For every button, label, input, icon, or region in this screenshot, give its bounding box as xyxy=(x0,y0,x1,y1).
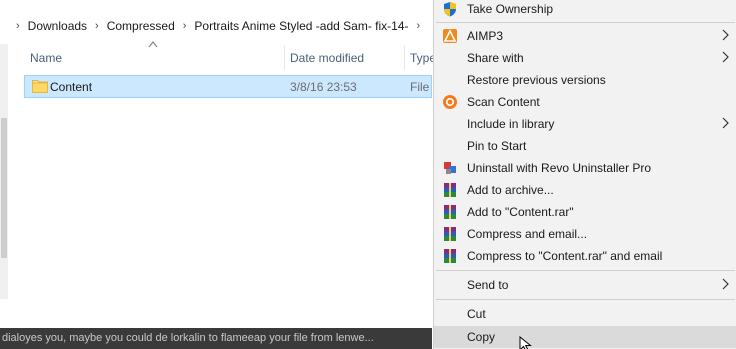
scrollbar-thumb[interactable] xyxy=(1,118,7,258)
avast-scan-icon xyxy=(443,95,457,109)
column-divider[interactable] xyxy=(284,46,285,70)
menu-item-label: Add to archive... xyxy=(467,183,554,197)
column-headers: Name Date modified Type xyxy=(0,44,436,72)
menu-item-label: Pin to Start xyxy=(467,139,527,153)
column-header-name[interactable]: Name xyxy=(30,44,62,72)
menu-item-send-to[interactable]: Send to xyxy=(434,274,736,296)
menu-item-add-to-content-rar[interactable]: Add to "Content.rar" xyxy=(434,201,736,223)
breadcrumb-item-compressed[interactable]: Compressed xyxy=(107,19,175,33)
shield-icon xyxy=(444,2,456,17)
menu-item-take-ownership[interactable]: Take Ownership xyxy=(434,0,736,20)
menu-item-label: Scan Content xyxy=(467,95,540,109)
file-type: File xyxy=(410,80,430,94)
menu-item-compress-and-email[interactable]: Compress and email... xyxy=(434,223,736,245)
menu-item-cut[interactable]: Cut xyxy=(434,303,736,325)
menu-item-label: Restore previous versions xyxy=(467,73,606,87)
menu-item-add-to-archive[interactable]: Add to archive... xyxy=(434,179,736,201)
table-row[interactable]: Content 3/8/16 23:53 File xyxy=(24,75,432,98)
background-window-text: dialoyes you, maybe you could de lorkali… xyxy=(2,332,374,344)
revo-icon xyxy=(444,162,456,174)
menu-item-label: Take Ownership xyxy=(467,2,554,16)
column-divider[interactable] xyxy=(404,46,405,70)
chevron-right-icon xyxy=(722,51,729,63)
chevron-right-icon xyxy=(722,278,729,290)
menu-separator xyxy=(436,22,735,23)
context-menu: Take Ownership AIMP3 Share with Restore … xyxy=(433,0,736,349)
menu-item-copy[interactable]: Copy xyxy=(434,326,736,348)
file-name: Content xyxy=(50,80,93,94)
breadcrumb[interactable]: › Downloads › Compressed › Portraits Ani… xyxy=(0,14,432,38)
menu-item-label: Include in library xyxy=(467,117,555,131)
menu-item-revo-uninstaller[interactable]: Uninstall with Revo Uninstaller Pro xyxy=(434,157,736,179)
menu-item-aimp3[interactable]: AIMP3 xyxy=(434,25,736,47)
menu-item-compress-to-content-rar-and-email[interactable]: Compress to "Content.rar" and email xyxy=(434,245,736,267)
chevron-right-icon[interactable]: › xyxy=(95,20,99,32)
menu-item-label: Compress to "Content.rar" and email xyxy=(467,249,663,263)
menu-item-label: Copy xyxy=(467,330,496,344)
winrar-icon xyxy=(444,205,456,219)
breadcrumb-item-current-folder[interactable]: Portraits Anime Styled -add Sam- fix-14- xyxy=(194,19,408,33)
background-window-strip: dialoyes you, maybe you could de lorkali… xyxy=(0,328,432,349)
chevron-right-icon xyxy=(722,117,729,129)
menu-item-include-in-library[interactable]: Include in library xyxy=(434,113,736,135)
menu-item-label: Send to xyxy=(467,278,509,292)
menu-item-scan-content[interactable]: Scan Content xyxy=(434,91,736,113)
menu-item-label: Add to "Content.rar" xyxy=(467,205,574,219)
menu-item-restore-previous-versions[interactable]: Restore previous versions xyxy=(434,69,736,91)
chevron-right-icon[interactable]: › xyxy=(183,20,187,32)
menu-item-label: AIMP3 xyxy=(467,29,504,43)
menu-item-share-with[interactable]: Share with xyxy=(434,47,736,69)
breadcrumb-item-downloads[interactable]: Downloads xyxy=(28,19,87,33)
file-date-modified: 3/8/16 23:53 xyxy=(290,80,357,94)
file-explorer-pane: › Downloads › Compressed › Portraits Ani… xyxy=(0,0,436,349)
chevron-right-icon[interactable]: › xyxy=(16,20,20,32)
mouse-pointer-icon xyxy=(519,336,532,349)
chevron-right-icon[interactable]: › xyxy=(417,20,421,32)
column-header-date-modified[interactable]: Date modified xyxy=(290,44,364,72)
menu-item-label: Cut xyxy=(467,307,486,321)
chevron-right-icon xyxy=(722,29,729,41)
winrar-icon xyxy=(444,249,456,263)
menu-separator xyxy=(436,299,735,300)
menu-item-label: Compress and email... xyxy=(467,227,588,241)
folder-icon xyxy=(32,80,48,93)
vertical-scrollbar[interactable] xyxy=(0,44,8,299)
menu-item-pin-to-start[interactable]: Pin to Start xyxy=(434,135,736,157)
menu-item-label: Uninstall with Revo Uninstaller Pro xyxy=(467,161,652,175)
aimp-icon xyxy=(443,29,457,43)
winrar-icon xyxy=(444,227,456,241)
winrar-icon xyxy=(444,183,456,197)
menu-separator xyxy=(436,270,735,271)
menu-item-label: Share with xyxy=(467,51,524,65)
